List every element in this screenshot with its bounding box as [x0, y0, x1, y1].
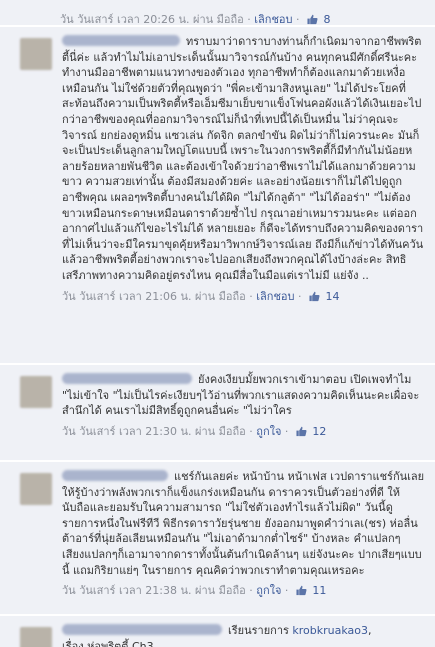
- comment-item: แชร์กันเลยค่ะ หน้าบ้าน หน้าเฟส เวปดาราแช…: [0, 462, 435, 615]
- comment-item: เรียนรายการ krobkruakao3, เรื่อง ห่อพริต…: [0, 616, 435, 647]
- mentioned-page-link[interactable]: krobkruakao3: [292, 624, 368, 637]
- meta-separator: ·: [249, 424, 253, 438]
- thumbs-up-icon: [307, 14, 318, 25]
- comment-meta: วัน วันเสาร์ เวลา 21:06 น. ผ่าน มือถือ ·…: [62, 287, 425, 305]
- comment-timestamp: วัน วันเสาร์ เวลา 20:26 น. ผ่าน มือถือ: [60, 13, 244, 26]
- comment-text-block: เรียนรายการ krobkruakao3,: [62, 623, 425, 639]
- commenter-name-link[interactable]: [62, 470, 168, 481]
- meta-separator: ·: [296, 13, 300, 26]
- comment-text: ทราบมาว่าดาราบางท่านก็กำเนิดมาจากอาชีพพร…: [62, 35, 424, 282]
- thumbs-up-icon: [309, 291, 320, 301]
- thumbs-up-icon: [296, 585, 307, 596]
- comment-text-line: เรื่อง ห่อพริตตี้ Ch3: [62, 639, 154, 647]
- meta-separator: ·: [298, 289, 302, 303]
- comment-text: แชร์กันเลยค่ะ หน้าบ้าน หน้าเฟส เวปดาราแช…: [62, 470, 425, 577]
- comment-item: ทราบมาว่าดาราบางท่านก็กำเนิดมาจากอาชีพพร…: [0, 27, 435, 364]
- comment-body: แชร์กันเลยค่ะ หน้าบ้าน หน้าเฟส เวปดาราแช…: [62, 469, 425, 599]
- commenter-name-link[interactable]: [62, 624, 222, 635]
- like-count[interactable]: 11: [312, 584, 326, 597]
- comment-item: ยังคงเงียบมั้ยพวกเราเข้ามาตอบ เปิดเพจทำไ…: [0, 365, 435, 461]
- meta-separator: ·: [284, 584, 289, 598]
- like-count[interactable]: 14: [326, 290, 340, 303]
- comment-meta: วัน วันเสาร์ เวลา 21:38 น. ผ่าน มือถือ ·…: [62, 581, 425, 599]
- meta-separator: ·: [284, 424, 289, 438]
- commenter-name-link[interactable]: [62, 373, 192, 384]
- comment-text-block: แชร์กันเลยค่ะ หน้าบ้าน หน้าเฟส เวปดาราแช…: [62, 469, 425, 578]
- avatar[interactable]: [20, 473, 52, 505]
- avatar[interactable]: [20, 627, 52, 647]
- like-count[interactable]: 12: [312, 425, 326, 438]
- comment-body: เรียนรายการ krobkruakao3, เรื่อง ห่อพริต…: [62, 623, 425, 647]
- comment-timestamp: วัน วันเสาร์ เวลา 21:38 น. ผ่าน มือถือ: [62, 584, 246, 598]
- thumbs-up-icon: [296, 426, 307, 436]
- meta-separator: ·: [249, 584, 253, 598]
- comment-timestamp: วัน วันเสาร์ เวลา 21:06 น. ผ่าน มือถือ: [62, 289, 246, 303]
- comment-text-block: ทราบมาว่าดาราบางท่านก็กำเนิดมาจากอาชีพพร…: [62, 34, 425, 284]
- comment-body: ทราบมาว่าดาราบางท่านก็กำเนิดมาจากอาชีพพร…: [62, 34, 425, 305]
- commenter-name-link[interactable]: [62, 35, 180, 46]
- like-count[interactable]: 8: [324, 13, 331, 26]
- like-link[interactable]: ถูกใจ: [256, 584, 281, 597]
- previous-comment-meta: วัน วันเสาร์ เวลา 20:26 น. ผ่าน มือถือ ·…: [0, 0, 435, 26]
- comment-body: ยังคงเงียบมั้ยพวกเราเข้ามาตอบ เปิดเพจทำไ…: [62, 372, 425, 440]
- like-link[interactable]: ถูกใจ: [256, 425, 281, 438]
- meta-separator: ·: [249, 289, 253, 303]
- avatar[interactable]: [20, 38, 52, 70]
- comment-text-block: ยังคงเงียบมั้ยพวกเราเข้ามาตอบ เปิดเพจทำไ…: [62, 372, 425, 419]
- unlike-link[interactable]: เลิกชอบ: [256, 290, 294, 303]
- comment-timestamp: วัน วันเสาร์ เวลา 21:30 น. ผ่าน มือถือ: [62, 424, 246, 438]
- meta-separator: ·: [247, 13, 251, 26]
- comment-meta: วัน วันเสาร์ เวลา 21:30 น. ผ่าน มือถือ ·…: [62, 422, 425, 440]
- unlike-link[interactable]: เลิกชอบ: [254, 13, 292, 26]
- avatar[interactable]: [20, 376, 52, 408]
- comment-text: เรียนรายการ krobkruakao3,: [228, 624, 372, 637]
